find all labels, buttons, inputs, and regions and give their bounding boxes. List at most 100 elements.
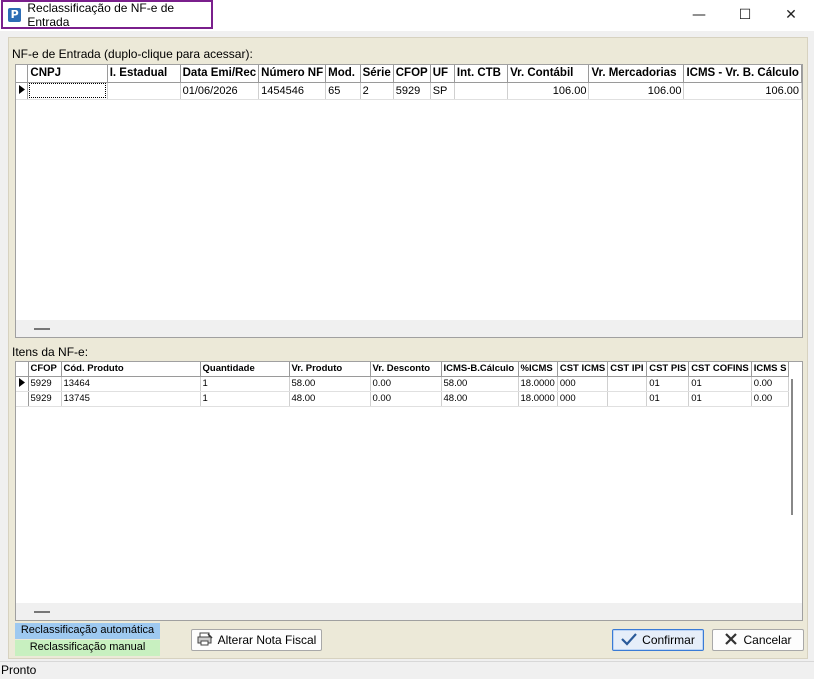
column-header[interactable]: CST IPI (607, 362, 648, 377)
scroll-thumb[interactable] (34, 611, 50, 613)
column-header[interactable]: %ICMS (518, 362, 558, 377)
row-indicator-header (16, 65, 29, 83)
column-header[interactable]: CST PIS (646, 362, 690, 377)
table-cell[interactable]: 13745 (61, 391, 201, 407)
table-cell[interactable]: 65 (325, 82, 361, 100)
column-header[interactable]: Vr. Contábil (507, 65, 590, 83)
window-title: Reclassificação de NF-e de Entrada (27, 0, 175, 29)
table-row[interactable]: 5929 13464 1 58.00 0.00 58.00 18.0000 00… (16, 376, 790, 392)
minimize-icon: — (692, 7, 706, 23)
column-header[interactable]: Data Emi/Rec (180, 65, 260, 83)
table-row[interactable]: 5929 13745 1 48.00 0.00 48.00 18.0000 00… (16, 391, 790, 407)
items-section-label: Itens da NF-e: (12, 345, 89, 359)
column-header[interactable]: Número NF (258, 65, 327, 83)
column-header[interactable]: CFOP (28, 362, 62, 377)
table-cell[interactable]: 01 (646, 391, 690, 407)
table-cell[interactable]: 48.00 (289, 391, 371, 407)
items-horizontal-scrollbar[interactable] (16, 603, 802, 620)
table-cell[interactable]: 5929 (28, 376, 62, 392)
table-cell[interactable]: 106.00 (683, 82, 802, 100)
table-cell[interactable]: SP (430, 82, 455, 100)
legend-manual-reclassification: Reclassificação manual (15, 640, 160, 656)
legend-auto-reclassification: Reclassificação automática (15, 623, 160, 639)
table-cell[interactable] (107, 82, 181, 100)
column-header[interactable]: Int. CTB (454, 65, 509, 83)
minimize-button[interactable]: — (676, 0, 722, 30)
items-table: CFOP Cód. Produto Quantidade Vr. Produto… (16, 362, 790, 407)
nfe-header-row: CNPJ I. Estadual Data Emi/Rec Número NF … (16, 65, 802, 83)
table-cell[interactable]: 01 (688, 391, 752, 407)
status-bar: Pronto (0, 661, 814, 679)
window-title-box: P Reclassificação de NF-e de Entrada (1, 0, 213, 29)
table-cell[interactable]: 0.00 (751, 391, 790, 407)
table-cell[interactable]: 5929 (28, 391, 62, 407)
table-cell[interactable]: 0.00 (751, 376, 790, 392)
table-row[interactable]: 01/06/2026 1454546 65 2 5929 SP 106.00 1… (16, 82, 802, 100)
table-cell[interactable]: 1 (200, 376, 290, 392)
table-cell[interactable]: 000 (557, 376, 609, 392)
table-cell[interactable]: 106.00 (507, 82, 590, 100)
table-cell[interactable]: 01 (688, 376, 752, 392)
column-header[interactable]: CFOP (393, 65, 431, 83)
column-header[interactable]: Mod. (325, 65, 361, 83)
status-text: Pronto (1, 663, 37, 677)
table-cell[interactable] (607, 376, 648, 392)
column-header[interactable]: ICMS-B.Cálculo (441, 362, 519, 377)
table-cell[interactable]: 5929 (393, 82, 431, 100)
table-cell[interactable]: 18.0000 (518, 376, 558, 392)
column-header[interactable]: CST COFINS (688, 362, 752, 377)
table-cell[interactable]: 48.00 (441, 391, 519, 407)
column-header[interactable]: Cód. Produto (61, 362, 201, 377)
column-header[interactable]: Vr. Desconto (370, 362, 442, 377)
column-header[interactable]: Vr. Produto (289, 362, 371, 377)
printer-edit-icon (197, 632, 213, 649)
close-button[interactable]: ✕ (768, 0, 814, 30)
column-header[interactable]: Vr. Mercadorias (588, 65, 685, 83)
table-cell[interactable]: 1 (200, 391, 290, 407)
current-row-indicator-icon (16, 82, 29, 100)
nfe-section-label: NF-e de Entrada (duplo-clique para acess… (12, 47, 253, 61)
close-icon: ✕ (785, 7, 797, 23)
table-cell[interactable] (454, 82, 509, 100)
column-header[interactable]: I. Estadual (107, 65, 181, 83)
column-header[interactable]: ICMS S (751, 362, 790, 377)
cancel-button[interactable]: Cancelar (712, 629, 804, 651)
table-cell[interactable]: 0.00 (370, 376, 442, 392)
column-header[interactable]: CNPJ (27, 65, 108, 83)
maximize-icon: ☐ (738, 7, 752, 23)
row-indicator-header (16, 362, 29, 377)
checkmark-icon (621, 632, 637, 649)
alter-nota-fiscal-label: Alterar Nota Fiscal (217, 633, 317, 647)
x-icon (724, 632, 738, 649)
title-bar: P Reclassificação de NF-e de Entrada — ☐… (0, 0, 814, 31)
maximize-button[interactable]: ☐ (722, 0, 768, 30)
app-p-icon: P (8, 7, 22, 22)
table-cell[interactable]: 1454546 (258, 82, 327, 100)
nfe-grid[interactable]: CNPJ I. Estadual Data Emi/Rec Número NF … (15, 64, 803, 338)
table-cell[interactable]: 01/06/2026 (180, 82, 260, 100)
table-cell[interactable]: 000 (557, 391, 609, 407)
table-cell[interactable]: 01 (646, 376, 690, 392)
scroll-thumb[interactable] (34, 328, 50, 330)
column-header[interactable]: UF (430, 65, 455, 83)
column-header[interactable]: Quantidade (200, 362, 290, 377)
cancel-label: Cancelar (743, 633, 792, 647)
table-cell[interactable] (27, 82, 108, 100)
column-header[interactable]: ICMS - Vr. B. Cálculo (683, 65, 802, 83)
alter-nota-fiscal-button[interactable]: Alterar Nota Fiscal (191, 629, 322, 651)
column-header[interactable]: CST ICMS (557, 362, 609, 377)
table-cell[interactable]: 18.0000 (518, 391, 558, 407)
table-cell[interactable] (607, 391, 648, 407)
table-cell[interactable]: 58.00 (441, 376, 519, 392)
items-grid[interactable]: CFOP Cód. Produto Quantidade Vr. Produto… (15, 361, 803, 621)
table-cell[interactable]: 106.00 (588, 82, 685, 100)
table-cell[interactable]: 0.00 (370, 391, 442, 407)
items-vertical-scrollbar[interactable] (791, 379, 793, 515)
confirm-label: Confirmar (642, 633, 695, 647)
column-header[interactable]: Série (360, 65, 394, 83)
table-cell[interactable]: 2 (360, 82, 394, 100)
table-cell[interactable]: 58.00 (289, 376, 371, 392)
confirm-button[interactable]: Confirmar (612, 629, 704, 651)
table-cell[interactable]: 13464 (61, 376, 201, 392)
nfe-horizontal-scrollbar[interactable] (16, 320, 802, 337)
